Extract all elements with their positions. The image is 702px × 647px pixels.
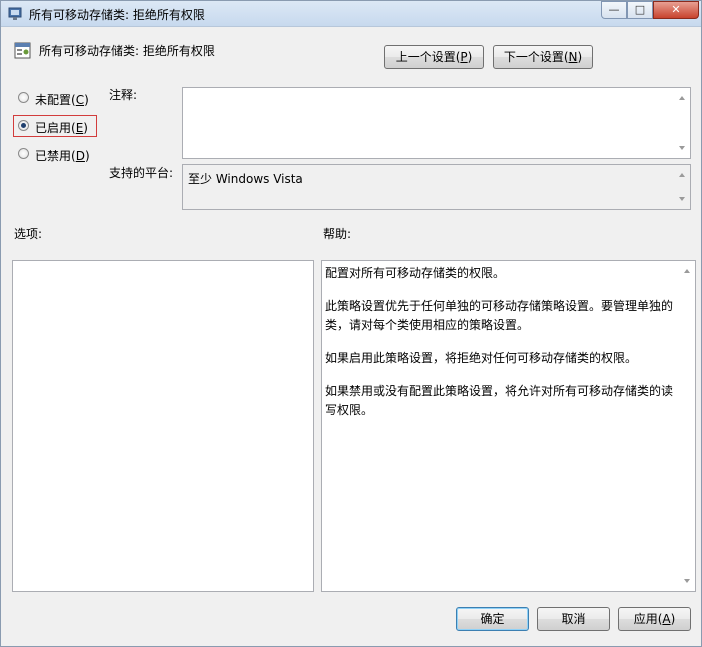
- platform-value: 至少 Windows Vista: [188, 172, 303, 186]
- minimize-button[interactable]: —: [601, 1, 627, 19]
- radio-disabled-label: 已禁用(D): [35, 147, 90, 164]
- maximize-button[interactable]: □: [627, 1, 653, 19]
- apply-button[interactable]: 应用(A): [618, 607, 691, 631]
- radio-not-configured-accesskey: C: [75, 93, 85, 107]
- policy-dialog-window: 所有可移动存储类: 拒绝所有权限 — □ ✕ 所有可移动存储类: 拒绝所有权限 …: [0, 0, 702, 647]
- previous-setting-accesskey: P: [460, 50, 468, 64]
- apply-label: 应用(: [633, 612, 663, 626]
- radio-enabled-label: 已启用(E): [35, 119, 88, 136]
- options-pane: [12, 260, 314, 592]
- close-icon: ✕: [671, 3, 681, 16]
- scroll-up-arrow-icon[interactable]: [684, 269, 690, 273]
- radio-enabled-suffix: ): [83, 121, 88, 135]
- help-paragraph: 如果禁用或没有配置此策略设置，将允许对所有可移动存储类的读写权限。: [325, 384, 674, 417]
- radio-enabled-indicator: [18, 120, 29, 131]
- apply-accesskey: A: [662, 612, 671, 626]
- radio-disabled-text: 已禁用(: [35, 149, 76, 163]
- comment-scrollbar[interactable]: [675, 88, 690, 158]
- close-button[interactable]: ✕: [653, 1, 699, 19]
- scroll-down-arrow-icon[interactable]: [679, 146, 685, 150]
- policy-setting-icon: [14, 42, 31, 59]
- radio-disabled-suffix: ): [84, 149, 90, 163]
- radio-enabled-text: 已启用(: [35, 121, 76, 135]
- help-pane[interactable]: 配置对所有可移动存储类的权限。 此策略设置优先于任何单独的可移动存储策略设置。要…: [321, 260, 696, 592]
- comment-label: 注释:: [109, 88, 138, 102]
- help-paragraph: 配置对所有可移动存储类的权限。: [325, 266, 506, 280]
- radio-not-configured-text: 未配置(: [35, 93, 76, 107]
- scroll-down-arrow-icon[interactable]: [679, 197, 685, 201]
- help-paragraph: 如果启用此策略设置，将拒绝对任何可移动存储类的权限。: [325, 351, 638, 365]
- comment-textarea[interactable]: [182, 87, 691, 159]
- next-setting-label: 下一个设置(: [503, 50, 569, 64]
- radio-not-configured-suffix: ): [84, 93, 89, 107]
- next-setting-suffix: ): [577, 50, 583, 64]
- window-title: 所有可移动存储类: 拒绝所有权限: [29, 8, 205, 22]
- scroll-up-arrow-icon[interactable]: [679, 173, 685, 177]
- next-setting-button[interactable]: 下一个设置(N): [493, 45, 593, 69]
- ok-button[interactable]: 确定: [456, 607, 529, 631]
- help-scrollbar[interactable]: [680, 261, 695, 591]
- help-label: 帮助:: [323, 227, 352, 241]
- radio-disabled-indicator: [18, 148, 29, 159]
- platform-scrollbar[interactable]: [675, 165, 690, 209]
- help-text: 配置对所有可移动存储类的权限。 此策略设置优先于任何单独的可移动存储策略设置。要…: [325, 264, 677, 434]
- previous-setting-suffix: ): [467, 50, 473, 64]
- policy-title: 所有可移动存储类: 拒绝所有权限: [39, 44, 215, 58]
- previous-setting-button[interactable]: 上一个设置(P): [384, 45, 484, 69]
- radio-disabled-accesskey: D: [75, 149, 85, 163]
- minimize-icon: —: [608, 3, 620, 16]
- help-paragraph: 此策略设置优先于任何单独的可移动存储策略设置。要管理单独的类，请对每个类使用相应…: [325, 299, 674, 332]
- title-bar[interactable]: 所有可移动存储类: 拒绝所有权限 — □ ✕: [1, 1, 701, 27]
- apply-suffix: ): [670, 612, 676, 626]
- radio-not-configured-label: 未配置(C): [35, 91, 89, 108]
- policy-icon: [8, 7, 22, 20]
- platform-field: 至少 Windows Vista: [182, 164, 691, 210]
- options-label: 选项:: [14, 227, 43, 241]
- cancel-button[interactable]: 取消: [537, 607, 610, 631]
- scroll-up-arrow-icon[interactable]: [679, 96, 685, 100]
- maximize-icon: □: [634, 3, 646, 16]
- platform-label: 支持的平台:: [109, 166, 174, 180]
- radio-not-configured-indicator: [18, 92, 29, 103]
- previous-setting-label: 上一个设置(: [395, 50, 461, 64]
- scroll-down-arrow-icon[interactable]: [684, 579, 690, 583]
